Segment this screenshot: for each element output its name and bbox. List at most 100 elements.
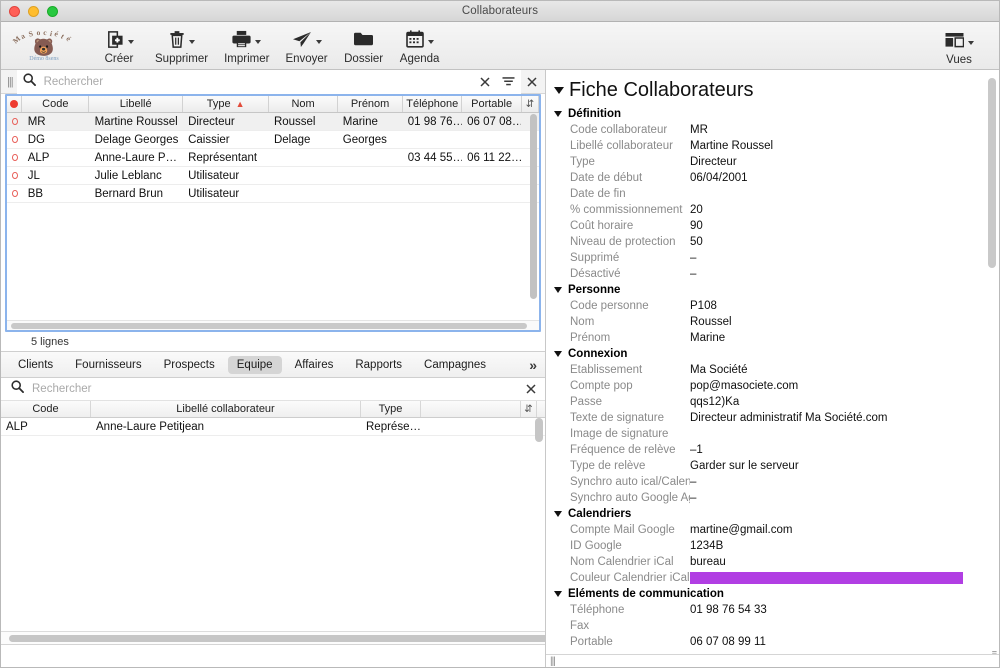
- folder-button[interactable]: Dossier: [336, 26, 392, 65]
- table-vertical-scrollbar[interactable]: [529, 114, 538, 320]
- sub-table-vertical-scrollbar[interactable]: [535, 418, 543, 442]
- sub-column-header-code[interactable]: Code: [1, 401, 91, 417]
- detail-field: Coût horaire 90: [552, 218, 999, 234]
- field-label: Nom: [570, 316, 595, 328]
- detail-title-row[interactable]: Fiche Collaborateurs: [552, 78, 999, 106]
- row-circle-icon: [12, 154, 18, 161]
- section-title: Calendriers: [568, 508, 632, 520]
- tab-campagnes[interactable]: Campagnes: [415, 356, 495, 374]
- column-stepper-icon[interactable]: ⇵: [521, 401, 537, 417]
- logo-subtitle: Démo 8sens: [29, 55, 59, 62]
- red-dot-icon[interactable]: [7, 96, 23, 112]
- detail-vertical-scrollbar[interactable]: [988, 78, 996, 268]
- agenda-button[interactable]: Agenda: [392, 26, 448, 65]
- sub-column-header-label: Code: [32, 403, 59, 415]
- cell-type: Représentant: [188, 151, 258, 164]
- sub-search-input[interactable]: [30, 382, 520, 396]
- disclosure-triangle-icon[interactable]: [554, 511, 562, 517]
- table-horizontal-scrollbar[interactable]: [7, 320, 539, 330]
- create-button[interactable]: Créer: [91, 26, 147, 65]
- sub-table-row[interactable]: ALP Anne-Laure Petitjean Représe…: [1, 418, 545, 436]
- close-search-icon[interactable]: [521, 76, 545, 87]
- search-input[interactable]: [41, 74, 474, 89]
- table-row[interactable]: JL Julie Leblanc Utilisateur: [7, 167, 539, 185]
- team-sub-panel: Code Libellé collaborateur Type ⇵ ALP Anne-L…: [1, 378, 609, 667]
- table-row[interactable]: DG Delage Georges Caissier Delage Georges: [7, 131, 539, 149]
- field-label: Compte Mail Google: [570, 524, 675, 536]
- disclosure-triangle-icon[interactable]: [554, 87, 564, 94]
- field-value: P108: [690, 300, 717, 312]
- chevron-down-icon: [427, 40, 434, 44]
- tab-fournisseurs[interactable]: Fournisseurs: [66, 356, 150, 374]
- column-header-label: Nom: [291, 98, 315, 110]
- disclosure-triangle-icon[interactable]: [554, 591, 562, 597]
- send-button-label: Envoyer: [285, 53, 328, 65]
- sub-cell-spacer: [421, 418, 521, 435]
- sub-column-header-type[interactable]: Type: [361, 401, 421, 417]
- tabs-overflow-button[interactable]: »: [529, 357, 537, 373]
- column-header-tlphone[interactable]: Téléphone: [403, 96, 463, 112]
- chevron-down-icon: [967, 40, 974, 45]
- row-circle-icon: [12, 172, 18, 179]
- column-header-libell[interactable]: Libellé: [89, 96, 184, 112]
- tab-clients[interactable]: Clients: [9, 356, 62, 374]
- clear-x-icon[interactable]: [474, 76, 496, 87]
- search-field-wrap[interactable]: [16, 69, 521, 94]
- cell-code: DG: [27, 133, 45, 146]
- cell-libelle: Bernard Brun: [94, 187, 163, 200]
- row-status-dot-icon: [7, 167, 23, 184]
- sub-column-header-libellcollaborateur[interactable]: Libellé collaborateur: [91, 401, 361, 417]
- pane-grip-handle[interactable]: |||: [5, 76, 17, 88]
- field-value: –: [690, 492, 697, 504]
- tab-affaires[interactable]: Affaires: [286, 356, 343, 374]
- column-stepper-icon[interactable]: ⇵: [524, 404, 532, 415]
- column-header-code[interactable]: Code: [22, 96, 90, 112]
- table-row[interactable]: BB Bernard Brun Utilisateur: [7, 185, 539, 203]
- tab-equipe[interactable]: Equipe: [227, 355, 282, 374]
- field-label: Libellé collaborateur: [570, 140, 673, 152]
- table-row[interactable]: ALP Anne-Laure P… Représentant 03 44 55… 06 …: [7, 149, 539, 167]
- column-header-type[interactable]: Type ▲: [183, 96, 270, 112]
- field-value: –: [690, 476, 697, 488]
- row-status-dot-icon: [7, 149, 23, 166]
- section-header-connexion[interactable]: Connexion: [552, 346, 999, 362]
- column-header-nom[interactable]: Nom: [269, 96, 339, 112]
- column-stepper-icon[interactable]: ⇵: [522, 96, 539, 112]
- print-button[interactable]: Imprimer: [216, 26, 277, 65]
- delete-button[interactable]: Supprimer: [147, 26, 216, 65]
- section-header-elmentsdecommunication[interactable]: Eléments de communication: [552, 586, 999, 602]
- bottom-grip-handle[interactable]: |||: [550, 656, 556, 667]
- send-button[interactable]: Envoyer: [277, 26, 335, 65]
- disclosure-triangle-icon[interactable]: [554, 111, 562, 117]
- views-button[interactable]: Vues: [931, 27, 987, 66]
- detail-field: % commissionnement 20: [552, 202, 999, 218]
- tab-rapports[interactable]: Rapports: [346, 356, 411, 374]
- section-header-dfinition[interactable]: Définition: [552, 106, 999, 122]
- field-label: Code collaborateur: [570, 124, 668, 136]
- section-header-calendriers[interactable]: Calendriers: [552, 506, 999, 522]
- maximize-window-button[interactable]: [47, 6, 58, 17]
- tab-prospects[interactable]: Prospects: [155, 356, 224, 374]
- field-value: Directeur administratif Ma Société.com: [690, 412, 888, 424]
- sub-panel-footer: [1, 644, 545, 667]
- section-header-personne[interactable]: Personne: [552, 282, 999, 298]
- cell-portable: 06 07 08…: [467, 115, 522, 128]
- cell-libelle: Anne-Laure P…: [94, 151, 178, 164]
- column-stepper-icon[interactable]: ⇵: [526, 99, 534, 110]
- table-row[interactable]: MR Martine Roussel Directeur Roussel Marine 0…: [7, 113, 539, 131]
- minimize-window-button[interactable]: [28, 6, 39, 17]
- close-window-button[interactable]: [9, 6, 20, 17]
- disclosure-triangle-icon[interactable]: [554, 351, 562, 357]
- disclosure-triangle-icon[interactable]: [554, 287, 562, 293]
- sub-table-horizontal-scrollbar[interactable]: [1, 631, 609, 644]
- column-header-prnom[interactable]: Prénom: [338, 96, 404, 112]
- cell-code: JL: [27, 169, 40, 182]
- column-header-portable[interactable]: Portable: [462, 96, 522, 112]
- sub-clear-x-icon[interactable]: [520, 384, 545, 394]
- detail-field: Fréquence de relève –1: [552, 442, 999, 458]
- sub-column-header[interactable]: [421, 401, 521, 417]
- filter-icon[interactable]: [496, 76, 521, 87]
- field-value: 1234B: [690, 540, 724, 552]
- color-swatch[interactable]: [690, 572, 963, 584]
- detail-field: Synchro auto Google Agenda–: [552, 490, 999, 506]
